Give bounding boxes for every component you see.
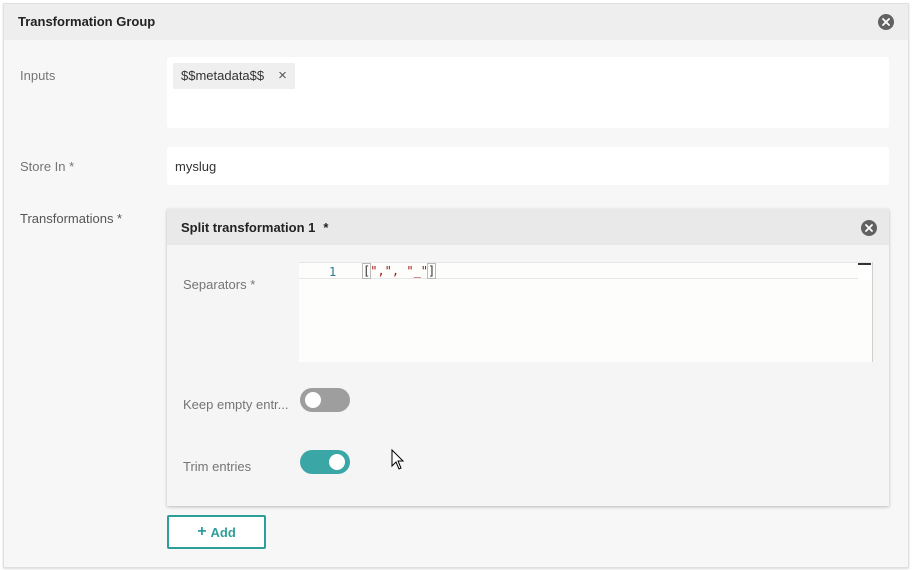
- trim-entries-label: Trim entries: [183, 459, 252, 474]
- inputs-label: Inputs: [20, 68, 56, 83]
- editor-scrollbar[interactable]: [858, 263, 871, 280]
- trim-entries-toggle[interactable]: [300, 450, 350, 474]
- store-in-label: Store In *: [20, 159, 75, 174]
- editor-current-line: 1 [",", "_"]: [299, 262, 871, 280]
- mouse-pointer-icon: [391, 449, 405, 470]
- add-button-label: Add: [210, 524, 236, 540]
- toggle-knob: [329, 454, 345, 470]
- chip-remove-icon[interactable]: ×: [278, 63, 287, 89]
- split-transformation-header: Split transformation 1 *: [167, 209, 889, 245]
- separators-code-editor[interactable]: 1 [",", "_"]: [299, 262, 873, 362]
- separators-label: Separators *: [183, 277, 256, 292]
- transformations-label: Transformations *: [20, 211, 123, 226]
- input-chip: $$metadata$$ ×: [173, 63, 295, 89]
- toggle-knob: [305, 392, 321, 408]
- split-transformation-title: Split transformation 1 *: [181, 220, 328, 235]
- panel-header: Transformation Group: [4, 4, 908, 40]
- close-group-icon[interactable]: [878, 14, 894, 30]
- line-number: 1: [329, 265, 337, 279]
- code-body: ",", "_": [370, 264, 429, 278]
- panel-title: Transformation Group: [18, 14, 156, 29]
- keep-empty-entries-toggle[interactable]: [300, 388, 350, 412]
- code-text: [",", "_"]: [361, 263, 437, 279]
- split-transformation-title-text: Split transformation 1: [181, 220, 316, 235]
- input-chip-label: $$metadata$$: [181, 68, 265, 83]
- store-in-value: myslug: [175, 159, 217, 174]
- split-transformation-panel: Split transformation 1 * Separators * 1 […: [167, 209, 889, 506]
- store-in-input[interactable]: myslug: [167, 147, 889, 185]
- close-transformation-icon[interactable]: [861, 220, 877, 236]
- add-transformation-button[interactable]: + Add: [167, 515, 266, 549]
- keep-empty-entries-label: Keep empty entr...: [183, 397, 289, 412]
- plus-icon: +: [197, 523, 207, 540]
- required-marker: *: [323, 220, 329, 235]
- code-close-bracket: ]: [426, 263, 437, 279]
- inputs-field[interactable]: $$metadata$$ ×: [167, 57, 889, 128]
- transformation-group-panel: Transformation Group Inputs $$metadata$$…: [3, 3, 909, 568]
